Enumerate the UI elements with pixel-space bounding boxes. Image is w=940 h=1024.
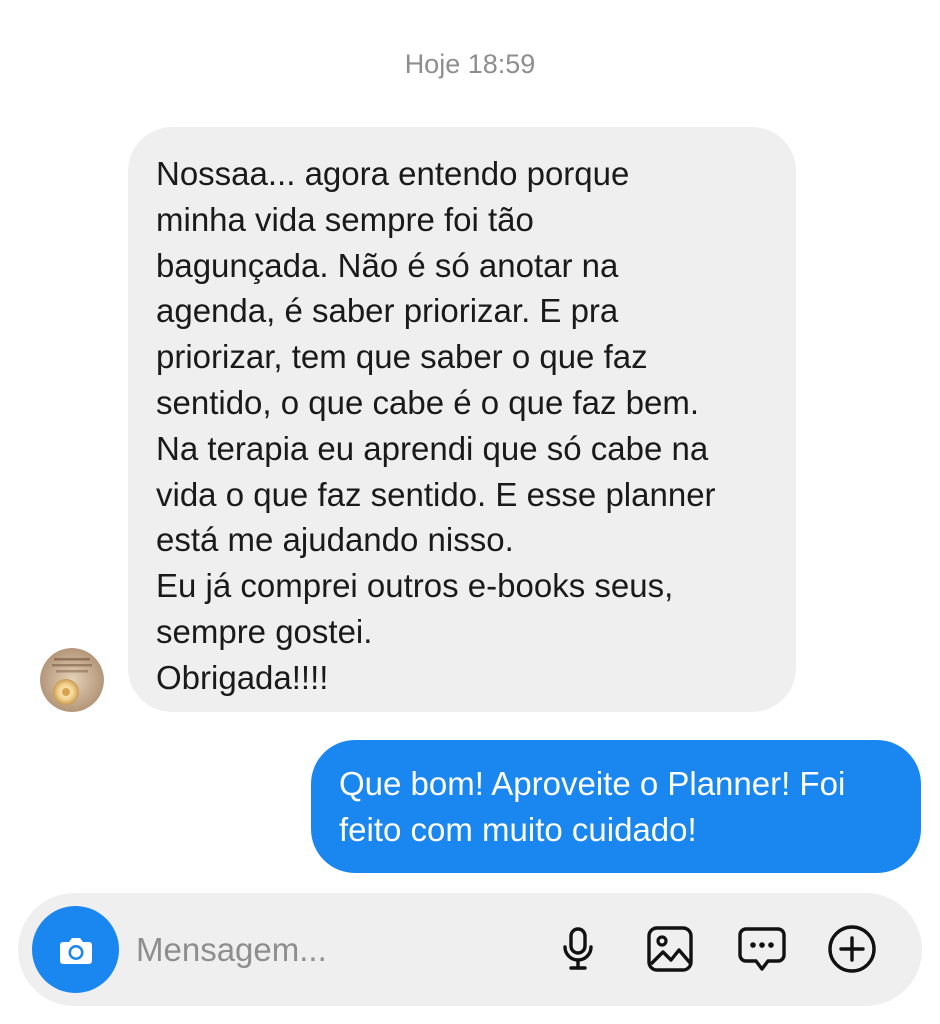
message-line: agenda, é saber priorizar. E pra [156,292,619,330]
more-button[interactable] [824,921,880,977]
message-line: feito com muito cuidado! [339,810,697,848]
image-icon [647,926,693,972]
sender-avatar[interactable] [40,648,104,712]
message-line: minha vida sempre foi tão [156,200,534,238]
message-line: sentido, o que cabe é o que faz bem. [156,383,700,421]
message-line: priorizar, tem que saber o que faz [156,338,648,376]
message-line: Na terapia eu aprendi que só cabe na [156,429,709,467]
message-line: Nossaa... agora entendo porque [156,155,630,192]
camera-icon [59,937,92,964]
message-composer [18,893,922,1006]
thread-timestamp: Hoje 18:59 [404,49,536,79]
microphone-icon [563,927,593,970]
message-line: vida o que faz sentido. E esse planner [156,475,716,513]
message-line: Obrigada!!!! [156,658,329,696]
microphone-button[interactable] [550,921,606,977]
camera-button[interactable] [32,906,119,993]
plus-circle-icon [828,925,876,973]
incoming-message-bubble[interactable]: Nossaa... agora entendo porque minha vid… [128,127,796,712]
message-line: sempre gostei. [156,612,373,650]
avatar-image [40,648,104,712]
message-line: está me ajudando nisso. [156,521,514,559]
gallery-button[interactable] [642,921,698,977]
message-input[interactable] [136,921,536,979]
chat-bubble-icon [738,927,786,971]
message-line: Eu já comprei outros e-books seus, [156,567,674,605]
message-line: Que bom! Aproveite o Planner! Foi [339,765,846,802]
message-line: bagunçada. Não é só anotar na [156,246,619,284]
sticker-button[interactable] [734,921,790,977]
outgoing-message-bubble[interactable]: Que bom! Aproveite o Planner! Foi feito … [311,740,921,873]
